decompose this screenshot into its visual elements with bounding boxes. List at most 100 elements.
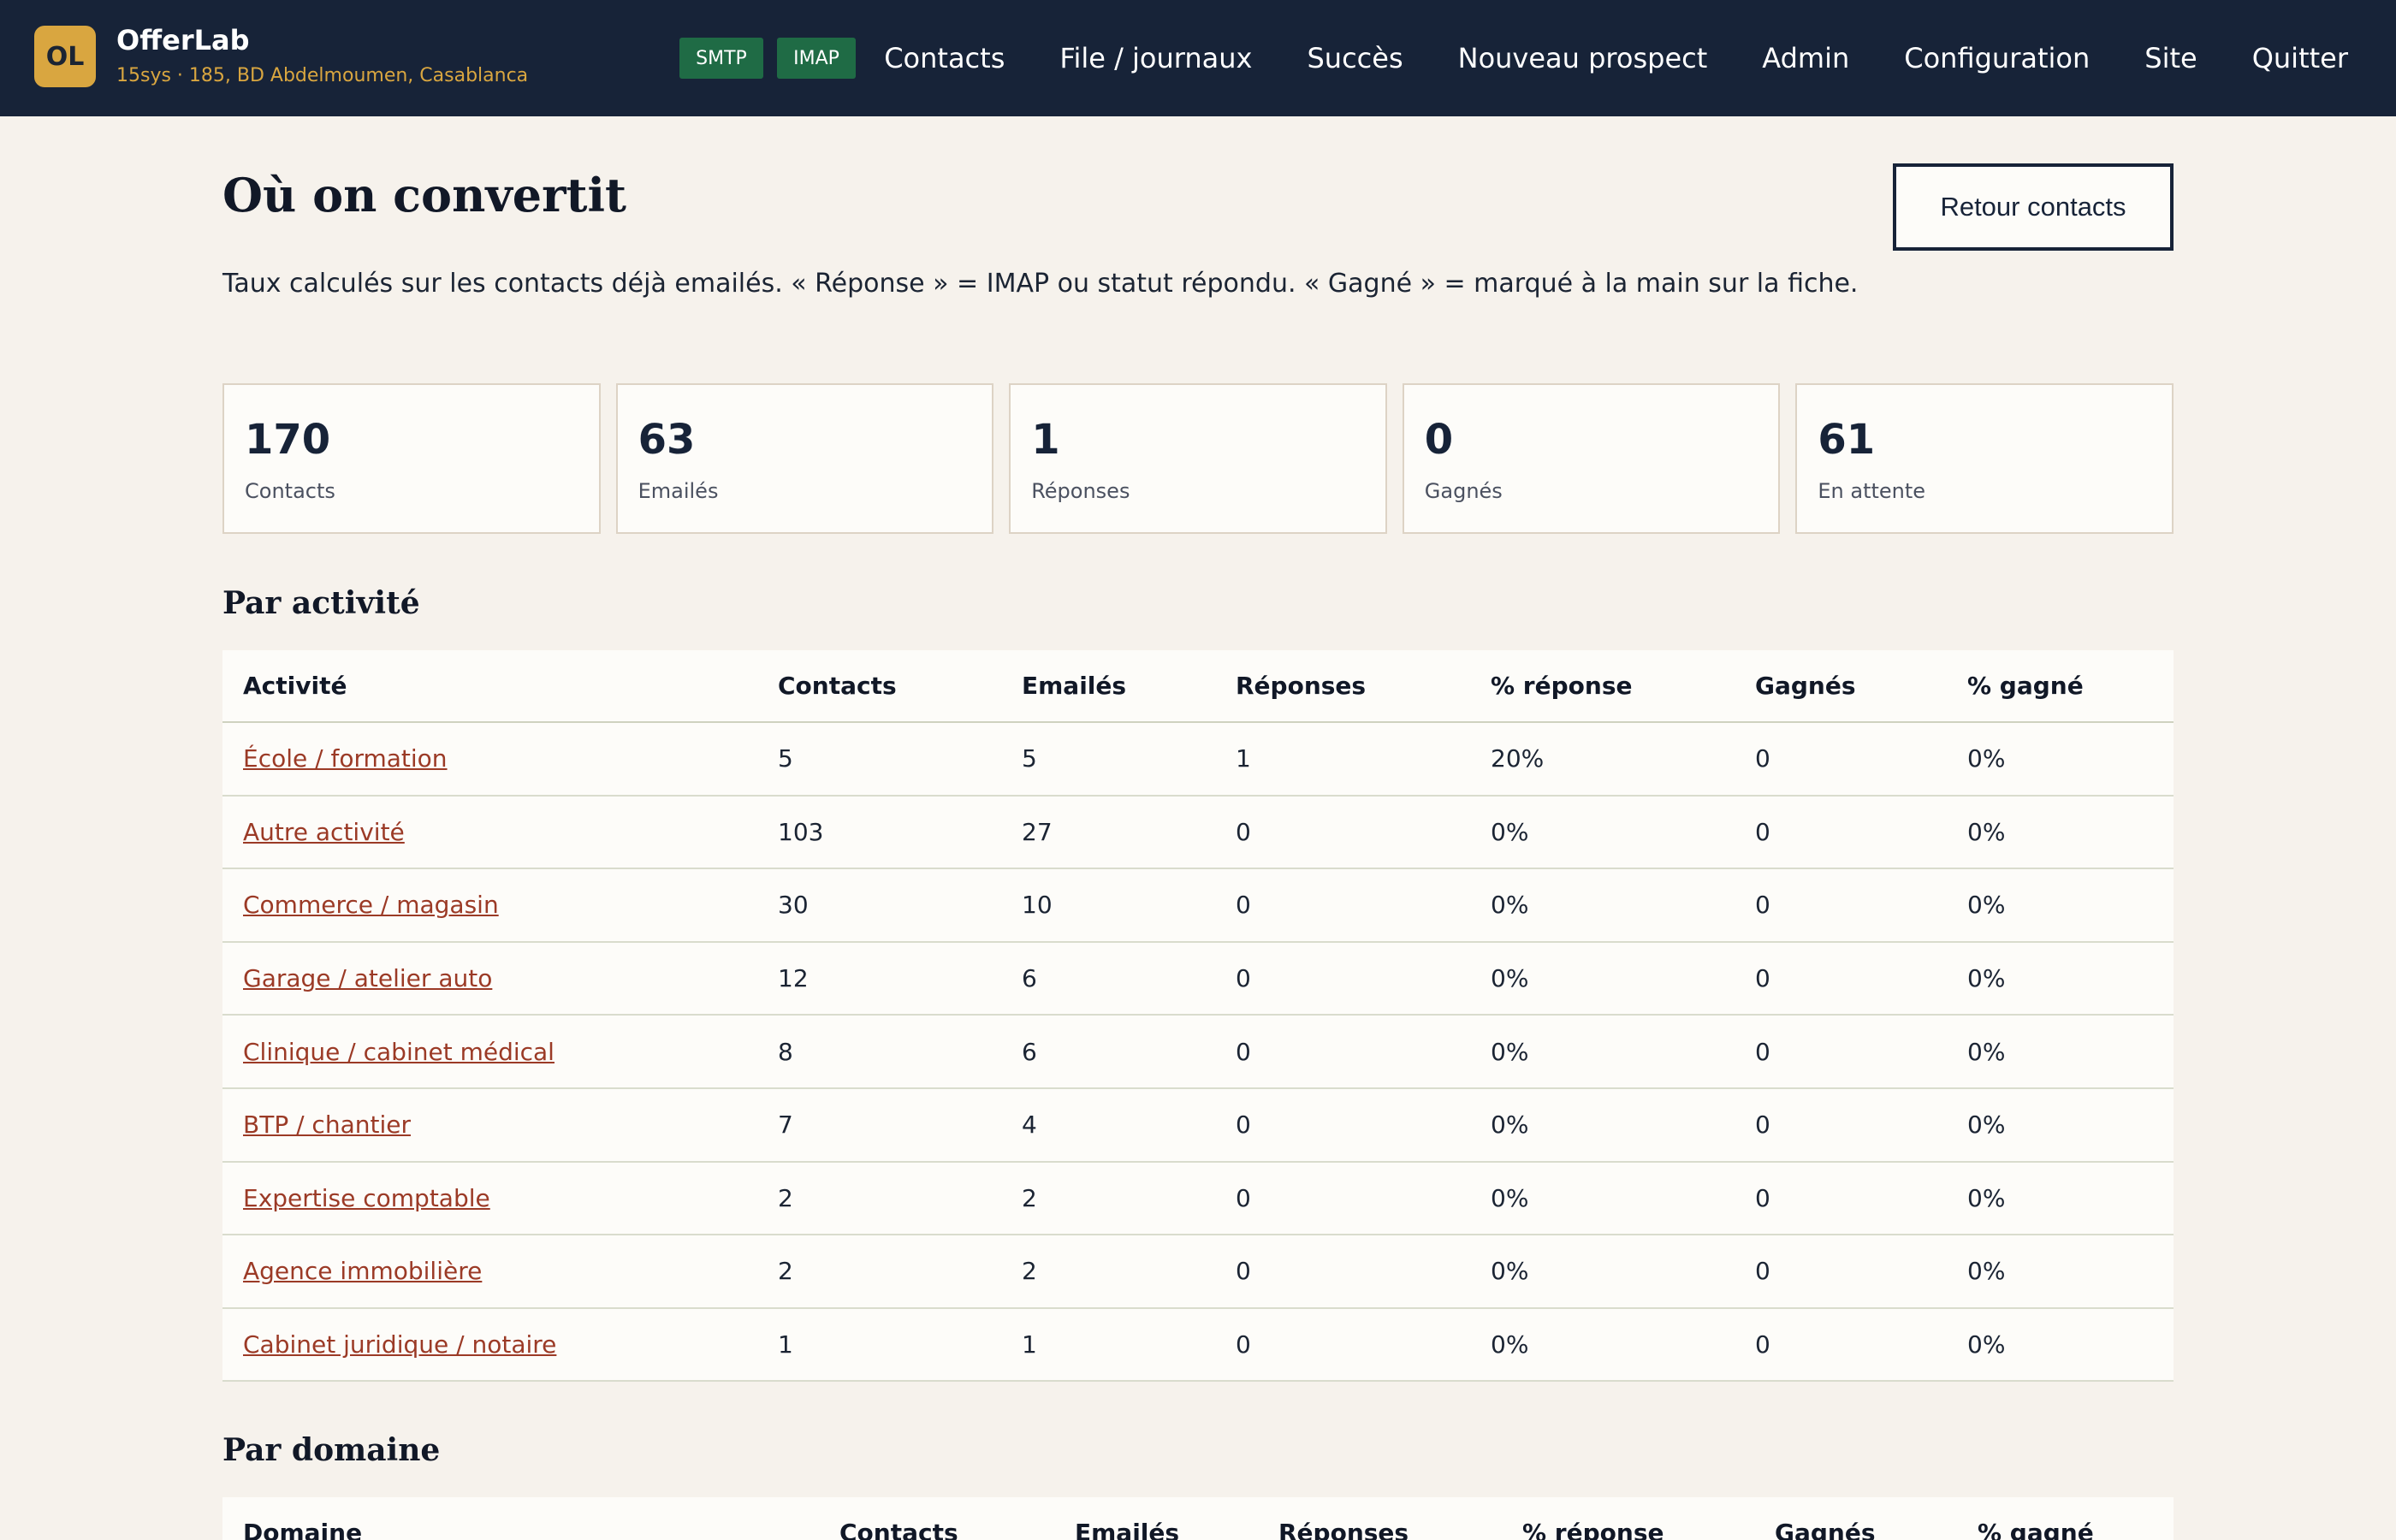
activity-link[interactable]: Clinique / cabinet médical [243, 1038, 555, 1066]
table-row: Agence immobilière 2 2 0 0% 0 0% [222, 1235, 2174, 1309]
nav-admin[interactable]: Admin [1762, 42, 1849, 74]
nav-site[interactable]: Site [2144, 42, 2197, 74]
smtp-status-badge: SMTP [679, 38, 763, 79]
nav-configuration[interactable]: Configuration [1904, 42, 2090, 74]
table-cell: 0% [1947, 1235, 2174, 1309]
logo-badge[interactable]: OL [34, 26, 96, 87]
activity-link[interactable]: Expertise comptable [243, 1184, 490, 1212]
stat-card-en-attente: 61 En attente [1795, 383, 2174, 534]
stat-card-gagnes: 0 Gagnés [1402, 383, 1781, 534]
table-cell: 0% [1470, 941, 1735, 1016]
table-cell: 0 [1215, 1015, 1470, 1089]
column-header: Gagnés [1735, 650, 1947, 723]
table-cell: 0% [1947, 722, 2174, 797]
stat-value: 170 [245, 416, 331, 464]
page-description: Taux calculés sur les contacts déjà emai… [222, 269, 1859, 299]
table-cell: 10 [1001, 868, 1215, 943]
column-header: Contacts [757, 650, 1001, 723]
column-header: Domaine [222, 1497, 819, 1540]
activity-link[interactable]: Agence immobilière [243, 1257, 482, 1285]
column-header: Emailés [1001, 650, 1215, 723]
table-header-row: Domaine Contacts Emailés Réponses% réponse G… [222, 1497, 2174, 1540]
stat-label: En attente [1818, 479, 1926, 503]
table-cell: 6 [1001, 941, 1215, 1016]
column-header: Emailés [1054, 1497, 1258, 1540]
table-cell: 0% [1947, 1161, 2174, 1236]
table-cell: 0% [1470, 795, 1735, 870]
nav-contacts[interactable]: Contacts [884, 42, 1005, 74]
activity-link[interactable]: École / formation [243, 744, 448, 773]
stat-card-emailes: 63 Emailés [615, 383, 994, 534]
table-cell: 5 [757, 722, 1001, 797]
back-to-contacts-button[interactable]: Retour contacts [1893, 163, 2174, 251]
table-row: École / formation 5 5 1 20% 0 0% [222, 722, 2174, 797]
column-header: % gagné [1947, 650, 2174, 723]
table-cell: 6 [1001, 1015, 1215, 1089]
table-cell: 2 [1001, 1235, 1215, 1309]
table-cell: Clinique / cabinet médical [222, 1015, 757, 1089]
imap-status-badge: IMAP [777, 38, 856, 79]
activity-link[interactable]: Cabinet juridique / notaire [243, 1330, 556, 1359]
nav-nouveau-prospect[interactable]: Nouveau prospect [1458, 42, 1708, 74]
table-row: Commerce / magasin 30 10 0 0% 0 0% [222, 868, 2174, 943]
domain-table: Domaine Contacts Emailés Réponses% réponse G… [222, 1497, 2174, 1540]
nav-quitter[interactable]: Quitter [2252, 42, 2348, 74]
table-cell: 0 [1215, 1161, 1470, 1236]
stat-value: 61 [1818, 416, 1876, 464]
table-cell: 0% [1470, 1087, 1735, 1163]
activity-link[interactable]: Commerce / magasin [243, 891, 499, 919]
table-cell: 1 [1001, 1307, 1215, 1383]
table-cell: 0 [1735, 1235, 1947, 1309]
table-row: BTP / chantier 7 4 0 0% 0 0% [222, 1087, 2174, 1163]
table-cell: 12 [757, 941, 1001, 1016]
brand-subtitle: 15sys · 185, BD Abdelmoumen, Casablanca [116, 65, 529, 86]
section-title-activity: Par activité [222, 585, 420, 621]
table-cell: 0 [1215, 1087, 1470, 1163]
table-cell: 0% [1947, 795, 2174, 870]
table-cell: 4 [1001, 1087, 1215, 1163]
table-cell: 0% [1947, 1087, 2174, 1163]
table-cell: 0 [1735, 1161, 1947, 1236]
section-title-domain: Par domaine [222, 1432, 441, 1468]
table-cell: 0 [1735, 941, 1947, 1016]
table-header-row: Activité Contacts Emailés Réponses% réponse… [222, 650, 2174, 723]
stat-value: 1 [1031, 416, 1060, 464]
table-cell: Autre activité [222, 795, 757, 870]
table-cell: Cabinet juridique / notaire [222, 1307, 757, 1383]
stat-label: Gagnés [1424, 479, 1503, 503]
stat-value: 63 [638, 416, 696, 464]
top-navigation-bar: OL OfferLab 15sys · 185, BD Abdelmoumen,… [0, 0, 2396, 116]
table-cell: 0 [1735, 868, 1947, 943]
table-cell: 0 [1735, 722, 1947, 797]
table-row: Expertise comptable 2 2 0 0% 0 0% [222, 1161, 2174, 1236]
stat-label: Réponses [1031, 479, 1130, 503]
column-header: % gagné [1957, 1497, 2174, 1540]
column-header: Contacts [819, 1497, 1054, 1540]
nav-file-journaux[interactable]: File / journaux [1059, 42, 1252, 74]
table-cell: 20% [1470, 722, 1735, 797]
activity-link[interactable]: Autre activité [243, 818, 405, 846]
nav-succes[interactable]: Succès [1307, 42, 1403, 74]
stat-value: 0 [1424, 416, 1454, 464]
table-cell: BTP / chantier [222, 1087, 757, 1163]
stat-card-reponses: 1 Réponses [1009, 383, 1387, 534]
table-cell: 0% [1470, 1161, 1735, 1236]
table-cell: Expertise comptable [222, 1161, 757, 1236]
brand-name[interactable]: OfferLab [116, 24, 250, 56]
table-row: Autre activité 103 27 0 0% 0 0% [222, 795, 2174, 870]
table-cell: 0% [1470, 1235, 1735, 1309]
column-header: Réponses [1215, 650, 1470, 723]
table-cell: 2 [757, 1161, 1001, 1236]
table-cell: 30 [757, 868, 1001, 943]
table-row: Cabinet juridique / notaire 1 1 0 0% 0 0% [222, 1307, 2174, 1383]
table-row: Garage / atelier auto 12 6 0 0% 0 0% [222, 941, 2174, 1016]
table-cell: 0 [1215, 1235, 1470, 1309]
stat-label: Contacts [245, 479, 335, 503]
stat-label: Emailés [638, 479, 719, 503]
stats-row: 170 Contacts 63 Emailés 1 Réponses 0 Gag… [222, 383, 2174, 534]
activity-link[interactable]: Garage / atelier auto [243, 964, 492, 992]
table-cell: 0 [1735, 1307, 1947, 1383]
table-cell: 0% [1470, 1307, 1735, 1383]
table-cell: 0 [1735, 1087, 1947, 1163]
activity-link[interactable]: BTP / chantier [243, 1111, 411, 1139]
